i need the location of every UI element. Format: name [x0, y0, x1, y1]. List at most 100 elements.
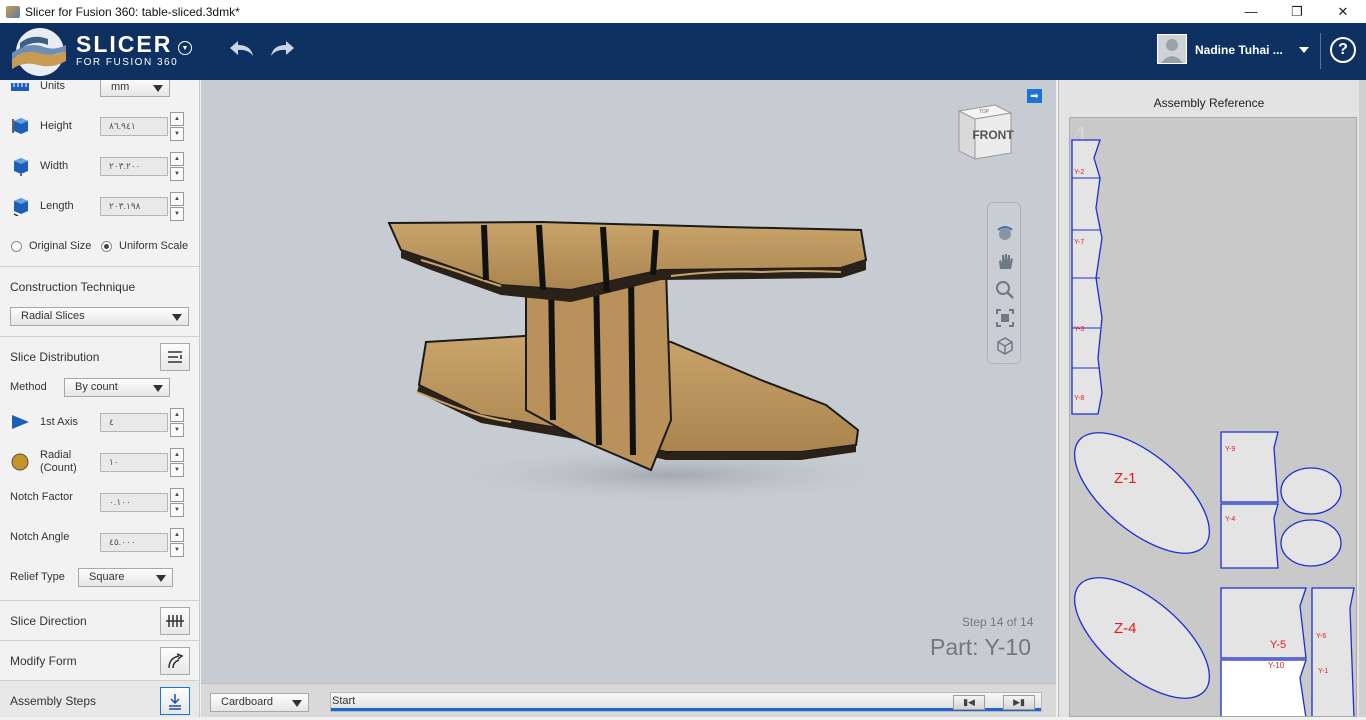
chevron-down-icon: [292, 700, 302, 707]
length-label: Length: [40, 200, 74, 212]
decrement-icon[interactable]: ▼: [170, 423, 184, 437]
increment-icon[interactable]: ▲: [170, 528, 184, 542]
first-axis-stepper[interactable]: ▲ ▼: [170, 408, 184, 437]
assembly-steps-title: Assembly Steps: [10, 694, 97, 708]
undo-icon[interactable]: [228, 37, 256, 61]
chevron-down-icon: [153, 85, 163, 92]
notch-angle-label: Notch Angle: [10, 531, 70, 543]
height-stepper[interactable]: ▲ ▼: [170, 112, 184, 141]
height-input[interactable]: ٨٦.٩٤١: [100, 117, 168, 136]
units-select-value: mm: [111, 81, 130, 93]
radial-count-stepper[interactable]: ▲ ▼: [170, 448, 184, 477]
decrement-icon[interactable]: ▼: [170, 207, 184, 221]
logo-title: SLICER: [76, 31, 173, 57]
decrement-icon[interactable]: ▼: [170, 503, 184, 517]
increment-icon[interactable]: ▲: [170, 488, 184, 502]
relief-type-select[interactable]: Square: [78, 568, 173, 587]
construction-technique-select[interactable]: Radial Slices: [10, 307, 189, 326]
sliced-table-model[interactable]: [201, 80, 1056, 717]
chevron-down-icon: [156, 575, 166, 582]
assembly-reference-scrollbar[interactable]: [1359, 80, 1366, 717]
length-stepper[interactable]: ▲ ▼: [170, 192, 184, 221]
view-cube-toggle-icon[interactable]: [995, 336, 1015, 356]
radial-count-input[interactable]: ١٠: [100, 453, 168, 472]
slice-direction-button[interactable]: [160, 607, 190, 635]
original-size-radio[interactable]: [11, 241, 22, 252]
expand-panel-arrow-icon[interactable]: ➡: [1027, 89, 1042, 103]
first-axis-arrow-icon: [12, 415, 29, 429]
notch-angle-stepper[interactable]: ▲ ▼: [170, 528, 184, 557]
minimize-button[interactable]: —: [1228, 0, 1274, 23]
current-part-label: Part: Y-10: [930, 634, 1032, 660]
close-button[interactable]: ✕: [1320, 0, 1366, 23]
increment-icon[interactable]: ▲: [170, 112, 184, 126]
part-label-y3: Y-3: [1074, 326, 1084, 333]
width-input[interactable]: ٢٠٣.٢٠٠: [100, 157, 168, 176]
part-label-y8: Y-8: [1074, 395, 1084, 402]
width-label: Width: [40, 160, 69, 172]
first-axis-input[interactable]: ٤: [100, 413, 168, 432]
width-cube-icon: [14, 158, 28, 176]
navigation-toolstrip: [987, 202, 1021, 364]
part-label-y9: Y-9: [1225, 446, 1235, 453]
units-select[interactable]: mm: [100, 80, 170, 97]
user-avatar[interactable]: [1157, 34, 1187, 64]
notch-angle-input[interactable]: ٤٥.٠٠٠: [100, 533, 168, 552]
method-select[interactable]: By count: [64, 378, 170, 397]
fit-to-view-icon[interactable]: [995, 308, 1015, 328]
app-menu-dropdown-icon[interactable]: ▼: [178, 41, 192, 55]
slice-direction-icon: [166, 615, 184, 627]
window-title: Slicer for Fusion 360: table-sliced.3dmk…: [25, 4, 240, 19]
decrement-icon[interactable]: ▼: [170, 463, 184, 477]
modify-form-section[interactable]: Modify Form: [0, 640, 199, 680]
uniform-scale-radio[interactable]: [101, 241, 112, 252]
viewcube-navigator[interactable]: FRONT TOP: [955, 101, 1015, 161]
width-stepper[interactable]: ▲ ▼: [170, 152, 184, 181]
decrement-icon[interactable]: ▼: [170, 543, 184, 557]
last-step-button[interactable]: ▶▮: [1003, 695, 1035, 710]
material-value: Cardboard: [221, 696, 273, 708]
assembly-timeline-slider[interactable]: Start ▮◀ ▶▮: [330, 692, 1042, 712]
timeline-progress: [331, 708, 1041, 711]
part-label-y4: Y-4: [1225, 516, 1235, 523]
help-button[interactable]: ?: [1330, 37, 1356, 63]
first-step-button[interactable]: ▮◀: [953, 695, 985, 710]
increment-icon[interactable]: ▲: [170, 408, 184, 422]
decrement-icon[interactable]: ▼: [170, 127, 184, 141]
length-input[interactable]: ٢٠٣.١٩٨: [100, 197, 168, 216]
assembly-steps-section[interactable]: Assembly Steps: [0, 680, 199, 717]
user-silhouette-icon: [1161, 39, 1183, 63]
notch-factor-stepper[interactable]: ▲ ▼: [170, 488, 184, 517]
orbit-icon[interactable]: [995, 223, 1015, 243]
redo-icon[interactable]: [268, 37, 296, 61]
part-label-y1: Y-1: [1318, 668, 1328, 675]
relief-type-label: Relief Type: [10, 571, 65, 583]
slice-distribution-button[interactable]: [160, 343, 190, 371]
decrement-icon[interactable]: ▼: [170, 167, 184, 181]
user-name[interactable]: Nadine Tuhai ...: [1195, 43, 1283, 57]
increment-icon[interactable]: ▲: [170, 192, 184, 206]
part-label-y5: Y-5: [1270, 639, 1286, 651]
increment-icon[interactable]: ▲: [170, 448, 184, 462]
notch-factor-label: Notch Factor: [10, 491, 73, 503]
relief-type-value: Square: [89, 571, 125, 583]
maximize-button[interactable]: ❐: [1274, 0, 1320, 23]
construction-technique-value: Radial Slices: [21, 310, 85, 322]
material-select[interactable]: Cardboard: [210, 693, 309, 712]
increment-icon[interactable]: ▲: [170, 152, 184, 166]
assembly-steps-button[interactable]: [160, 687, 190, 715]
modify-form-button[interactable]: [160, 647, 190, 675]
slice-direction-section[interactable]: Slice Direction: [0, 600, 199, 640]
part-label-y2: Y-2: [1074, 169, 1084, 176]
zoom-magnifier-icon[interactable]: [995, 280, 1015, 300]
3d-viewport[interactable]: [201, 80, 1056, 717]
viewcube-front-label: FRONT: [972, 128, 1014, 142]
window-titlebar: Slicer for Fusion 360: table-sliced.3dmk…: [0, 0, 1366, 23]
notch-factor-input[interactable]: ٠.١٠٠: [100, 493, 168, 512]
pan-hand-icon[interactable]: [995, 251, 1015, 271]
assembly-reference-sheet[interactable]: 1 Y-2 Y-7 Y-3 Y-8 Z-1 Y-9 Y-4 Z-4 Y-5 Y-…: [1069, 117, 1357, 717]
user-menu-caret-icon[interactable]: [1299, 47, 1309, 53]
logo-subtitle: FOR FUSION 360: [76, 57, 179, 68]
height-label: Height: [40, 120, 72, 132]
part-label-y6: Y-6: [1316, 633, 1326, 640]
